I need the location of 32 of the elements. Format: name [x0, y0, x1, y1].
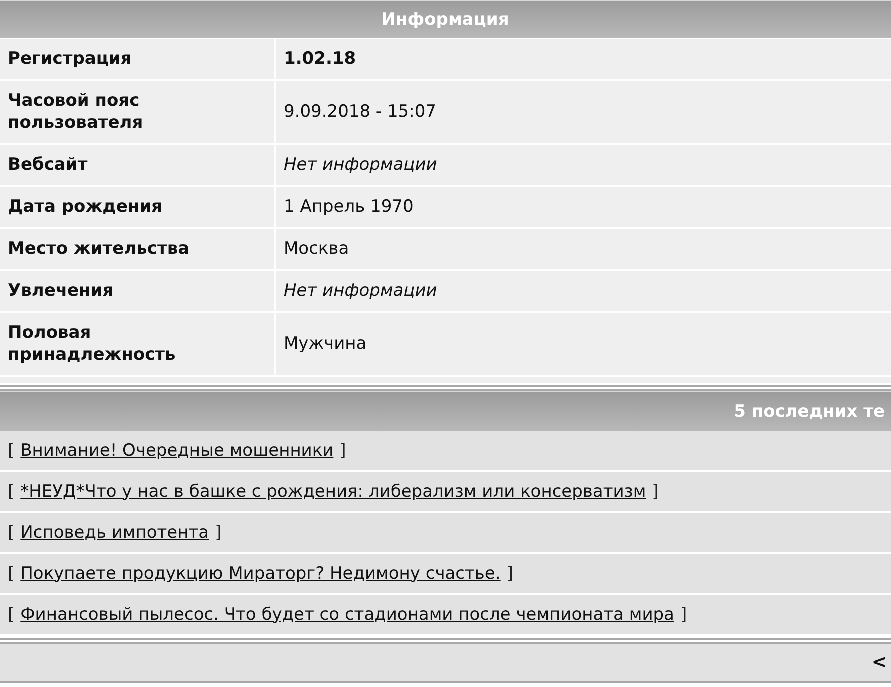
bracket-text: ] — [652, 482, 659, 502]
topic-link[interactable]: Финансовый пылесос. Что будет со стадионами после чемпионата мира — [20, 604, 674, 624]
header-title: 5 последних те — [734, 402, 885, 422]
bracket-text: ] — [215, 522, 222, 542]
value-cell: 9.09.2018 - 15:07 — [276, 81, 891, 143]
bracket-text: [ — [8, 482, 15, 502]
bracket-text: ] — [680, 604, 688, 624]
bracket-text: [ — [8, 604, 15, 624]
bracket-text: ] — [340, 440, 346, 460]
topic-link[interactable]: Исповедь импотента — [20, 522, 210, 542]
topic-link[interactable]: Внимание! Очередные мошенники — [20, 440, 334, 460]
value-cell: 1 Апрель 1970 — [276, 187, 891, 227]
label-cell: Дата рождения — [0, 187, 274, 227]
value-cell: Москва — [276, 229, 891, 269]
bracket-text: [ — [8, 522, 15, 542]
label-cell: Регистрация — [0, 39, 274, 79]
header-title: Информация — [382, 10, 510, 30]
topic-link[interactable]: Покупаете продукцию Мираторг? Недимону счастье. — [20, 564, 501, 584]
label-cell: Часовой пояс пользователя — [0, 81, 274, 143]
value-cell: Нет информации — [276, 271, 891, 311]
pager-link[interactable]: < — [872, 652, 887, 673]
topic-link[interactable]: *НЕУД*Что у нас в башке с рождения: либерализм или консерватизм — [20, 482, 646, 502]
label-cell: Место жительства — [0, 229, 274, 269]
label-cell: Вебсайт — [0, 145, 274, 185]
bracket-text: [ — [8, 564, 15, 584]
value-cell: Мужчина — [276, 313, 891, 375]
label-cell: Половая принадлежность — [0, 313, 274, 375]
value-cell: Нет информации — [276, 145, 891, 185]
value-cell: 1.02.18 — [276, 39, 891, 79]
bracket-text: ] — [506, 564, 514, 584]
bracket-text: [ — [8, 440, 15, 460]
label-cell: Увлечения — [0, 271, 274, 311]
